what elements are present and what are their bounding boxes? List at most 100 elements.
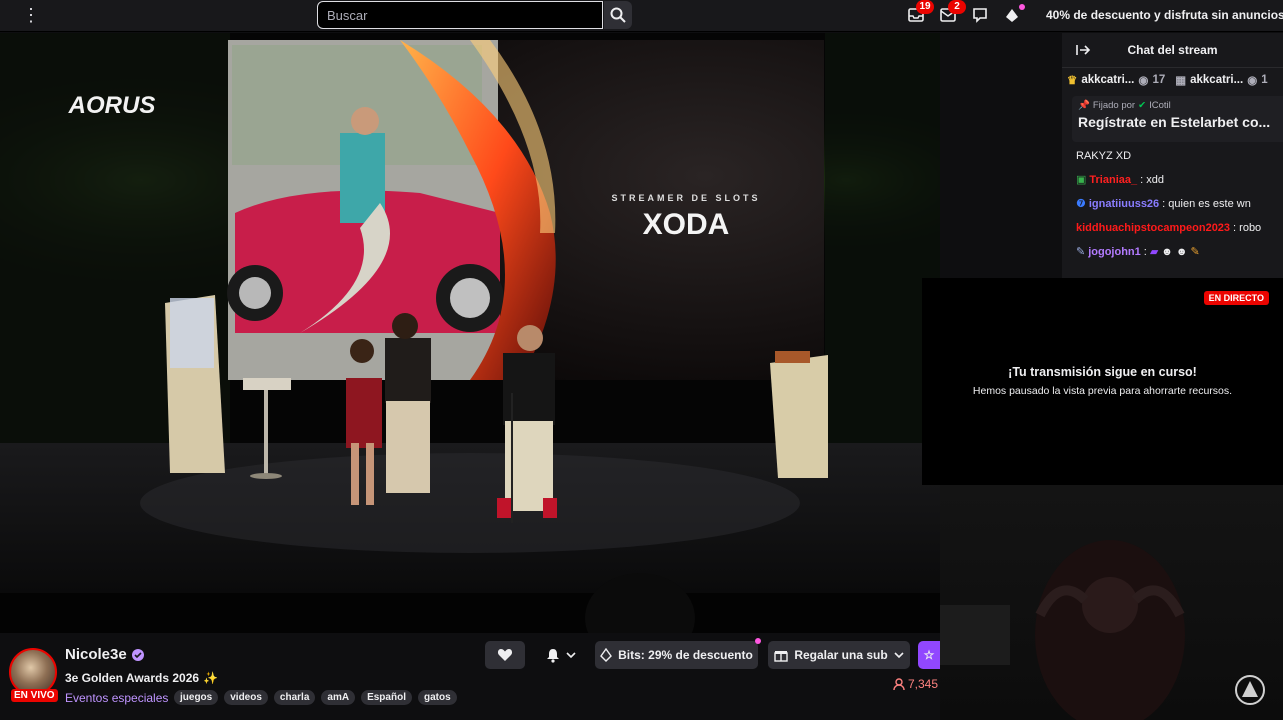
messages-badge: 2 <box>948 0 966 14</box>
chevron-down-icon <box>894 652 904 659</box>
screen-title: XODA <box>643 208 730 241</box>
pinned-by: 📌 Fijado por ✔ ICotil <box>1078 100 1277 111</box>
top-navigation-bar: ⋮ 19 2 40% de descuento y disfruta sin a… <box>0 0 1283 32</box>
notifications-button[interactable] <box>535 641 587 669</box>
emote-icon: ☻ <box>1175 246 1188 258</box>
live-badge: EN DIRECTO <box>1203 291 1269 305</box>
gift-icon <box>774 651 789 662</box>
badge-icon: ▣ <box>1076 174 1087 186</box>
viewer-count: 7,345 <box>893 677 938 691</box>
video-player[interactable]: STREAMER DE SLOTS XODA AORUS <box>0 33 940 633</box>
follow-button[interactable] <box>485 641 525 669</box>
bits-discount-button[interactable]: Bits: 29% de descuento <box>595 638 761 669</box>
tag[interactable]: Español <box>361 690 412 705</box>
pinned-by-user: ICotil <box>1149 100 1171 111</box>
preview-title: ¡Tu transmisión sigue en curso! <box>1008 365 1197 379</box>
promo-text: 40% de descuento y disfruta sin anuncios <box>1046 8 1283 22</box>
inbox-button[interactable]: 19 <box>905 0 934 25</box>
bits-gem-icon <box>600 648 613 662</box>
notification-dot <box>1019 4 1025 10</box>
message-text: : xdd <box>1140 174 1164 186</box>
webcam-overlay <box>940 485 1283 720</box>
live-badge: EN VIVO <box>11 689 58 702</box>
screen-subtitle: STREAMER DE SLOTS <box>611 193 760 203</box>
channel-name-text: Nicole3e <box>65 646 127 663</box>
chat-username[interactable]: kiddhuachipstocampeon2023 <box>1076 216 1230 240</box>
emote-icon: ☻ <box>1161 246 1173 258</box>
badge-icon: ❼ <box>1076 198 1086 210</box>
search-bar <box>317 1 632 29</box>
tag[interactable]: gatos <box>417 690 457 705</box>
sparkles-icon: ✨ <box>203 671 219 685</box>
tag[interactable]: charla <box>273 690 316 705</box>
emote-icon: ✎ <box>1190 246 1200 258</box>
whispers-button[interactable]: 2 <box>937 0 966 25</box>
pinned-message-text: Regístrate en Estelarbet co... <box>1078 114 1271 130</box>
bell-icon <box>547 648 559 663</box>
pinned-by-label: Fijado por <box>1092 100 1136 111</box>
tag-list: juegos videos charla amA Español gatos <box>174 690 457 705</box>
viewer-count-text: 7,345 <box>908 677 939 691</box>
eye-icon: ◉ <box>1247 75 1258 87</box>
subscribe-button[interactable]: ☆ <box>918 641 940 669</box>
message-text: : quien es este wn <box>1162 198 1251 210</box>
chat-message: ▣ Trianiaa_ : xdd <box>1062 168 1283 192</box>
heart-icon <box>497 649 513 661</box>
viewers-icon <box>893 677 905 690</box>
chevron-down-icon <box>566 652 576 659</box>
bits-gem-icon <box>1006 8 1018 22</box>
stream-title: 3e Golden Awards 2026 ✨ <box>65 671 218 685</box>
pinned-message[interactable]: 📌 Fijado por ✔ ICotil Regístrate en Este… <box>1072 96 1283 142</box>
leaderboard-user-1[interactable]: akkcatri... <box>1081 74 1134 86</box>
verified-icon: ✔ <box>1138 100 1147 111</box>
message-text: : <box>1143 246 1147 258</box>
chat-leaderboard: ♛ akkcatri... ◉ 17 ▦ akkcatri... ◉ 1 <box>1062 68 1283 92</box>
notification-dot <box>755 638 761 644</box>
emote-icon: ▰ <box>1149 246 1159 258</box>
inbox-badge: 19 <box>916 0 934 14</box>
gift-label: Regalar una sub <box>794 648 888 662</box>
tag[interactable]: amA <box>321 690 356 705</box>
chat-message: RAKYZ XD <box>1062 144 1283 168</box>
crown-icon: ♛ <box>1067 75 1078 87</box>
verified-badge-icon <box>131 648 144 661</box>
chat-message: ❼ ignatiiuuss26 : quien es este wn <box>1062 192 1283 216</box>
chat-panel: Chat del stream ♛ akkcatri... ◉ 17 ▦ akk… <box>1062 33 1283 278</box>
gift-icon: ▦ <box>1175 75 1187 87</box>
eye-icon: ◉ <box>1138 75 1149 87</box>
stream-title-text: 3e Golden Awards 2026 <box>65 671 200 685</box>
bits-button[interactable] <box>1001 4 1025 25</box>
chat-message: kiddhuachipstocampeon2023 : robo <box>1062 216 1283 240</box>
stage-scene: STREAMER DE SLOTS XODA AORUS <box>0 33 940 633</box>
webcam-scene <box>940 540 1265 720</box>
chat-username[interactable]: Trianiaa_ <box>1089 168 1137 192</box>
search-icon <box>610 7 626 23</box>
preview-paused-panel[interactable]: EN DIRECTO ¡Tu transmisión sigue en curs… <box>922 278 1283 485</box>
chat-title: Chat del stream <box>1127 43 1218 57</box>
tag[interactable]: juegos <box>174 690 219 705</box>
more-options-icon[interactable]: ⋮ <box>22 5 40 25</box>
leaderboard-count-2: 1 <box>1261 74 1268 86</box>
tag[interactable]: videos <box>224 690 268 705</box>
pin-icon: 📌 <box>1078 100 1090 111</box>
turbo-promo-button[interactable]: 40% de descuento y disfruta sin anuncios <box>1040 4 1283 26</box>
leaderboard-user-2[interactable]: akkcatri... <box>1190 74 1243 86</box>
channel-info-bar: EN VIVO Nicole3e 3e Golden Awards 2026 ✨… <box>0 633 940 720</box>
search-input[interactable] <box>317 1 603 29</box>
chat-bubble-icon <box>973 7 987 23</box>
preview-subtitle: Hemos pausado la vista previa para ahorr… <box>972 385 1233 397</box>
chat-bubble-button[interactable] <box>969 5 991 25</box>
channel-name[interactable]: Nicole3e <box>65 646 144 663</box>
chat-username[interactable]: jogojohn1 <box>1088 240 1141 264</box>
category-link[interactable]: Eventos especiales <box>65 691 168 705</box>
message-text: : robo <box>1233 222 1262 234</box>
message-text: RAKYZ XD <box>1076 150 1132 162</box>
gift-sub-button[interactable]: Regalar una sub <box>768 641 910 669</box>
chat-message: ✎ jogojohn1 : ▰ ☻ ☻ ✎ <box>1062 240 1283 264</box>
search-button[interactable] <box>604 1 632 29</box>
chat-username[interactable]: ignatiiuuss26 <box>1089 192 1159 216</box>
chat-header: Chat del stream <box>1062 33 1283 68</box>
star-icon: ☆ <box>923 648 935 662</box>
sponsor-logo: AORUS <box>68 92 156 119</box>
bits-label: Bits: 29% de descuento <box>618 648 753 662</box>
